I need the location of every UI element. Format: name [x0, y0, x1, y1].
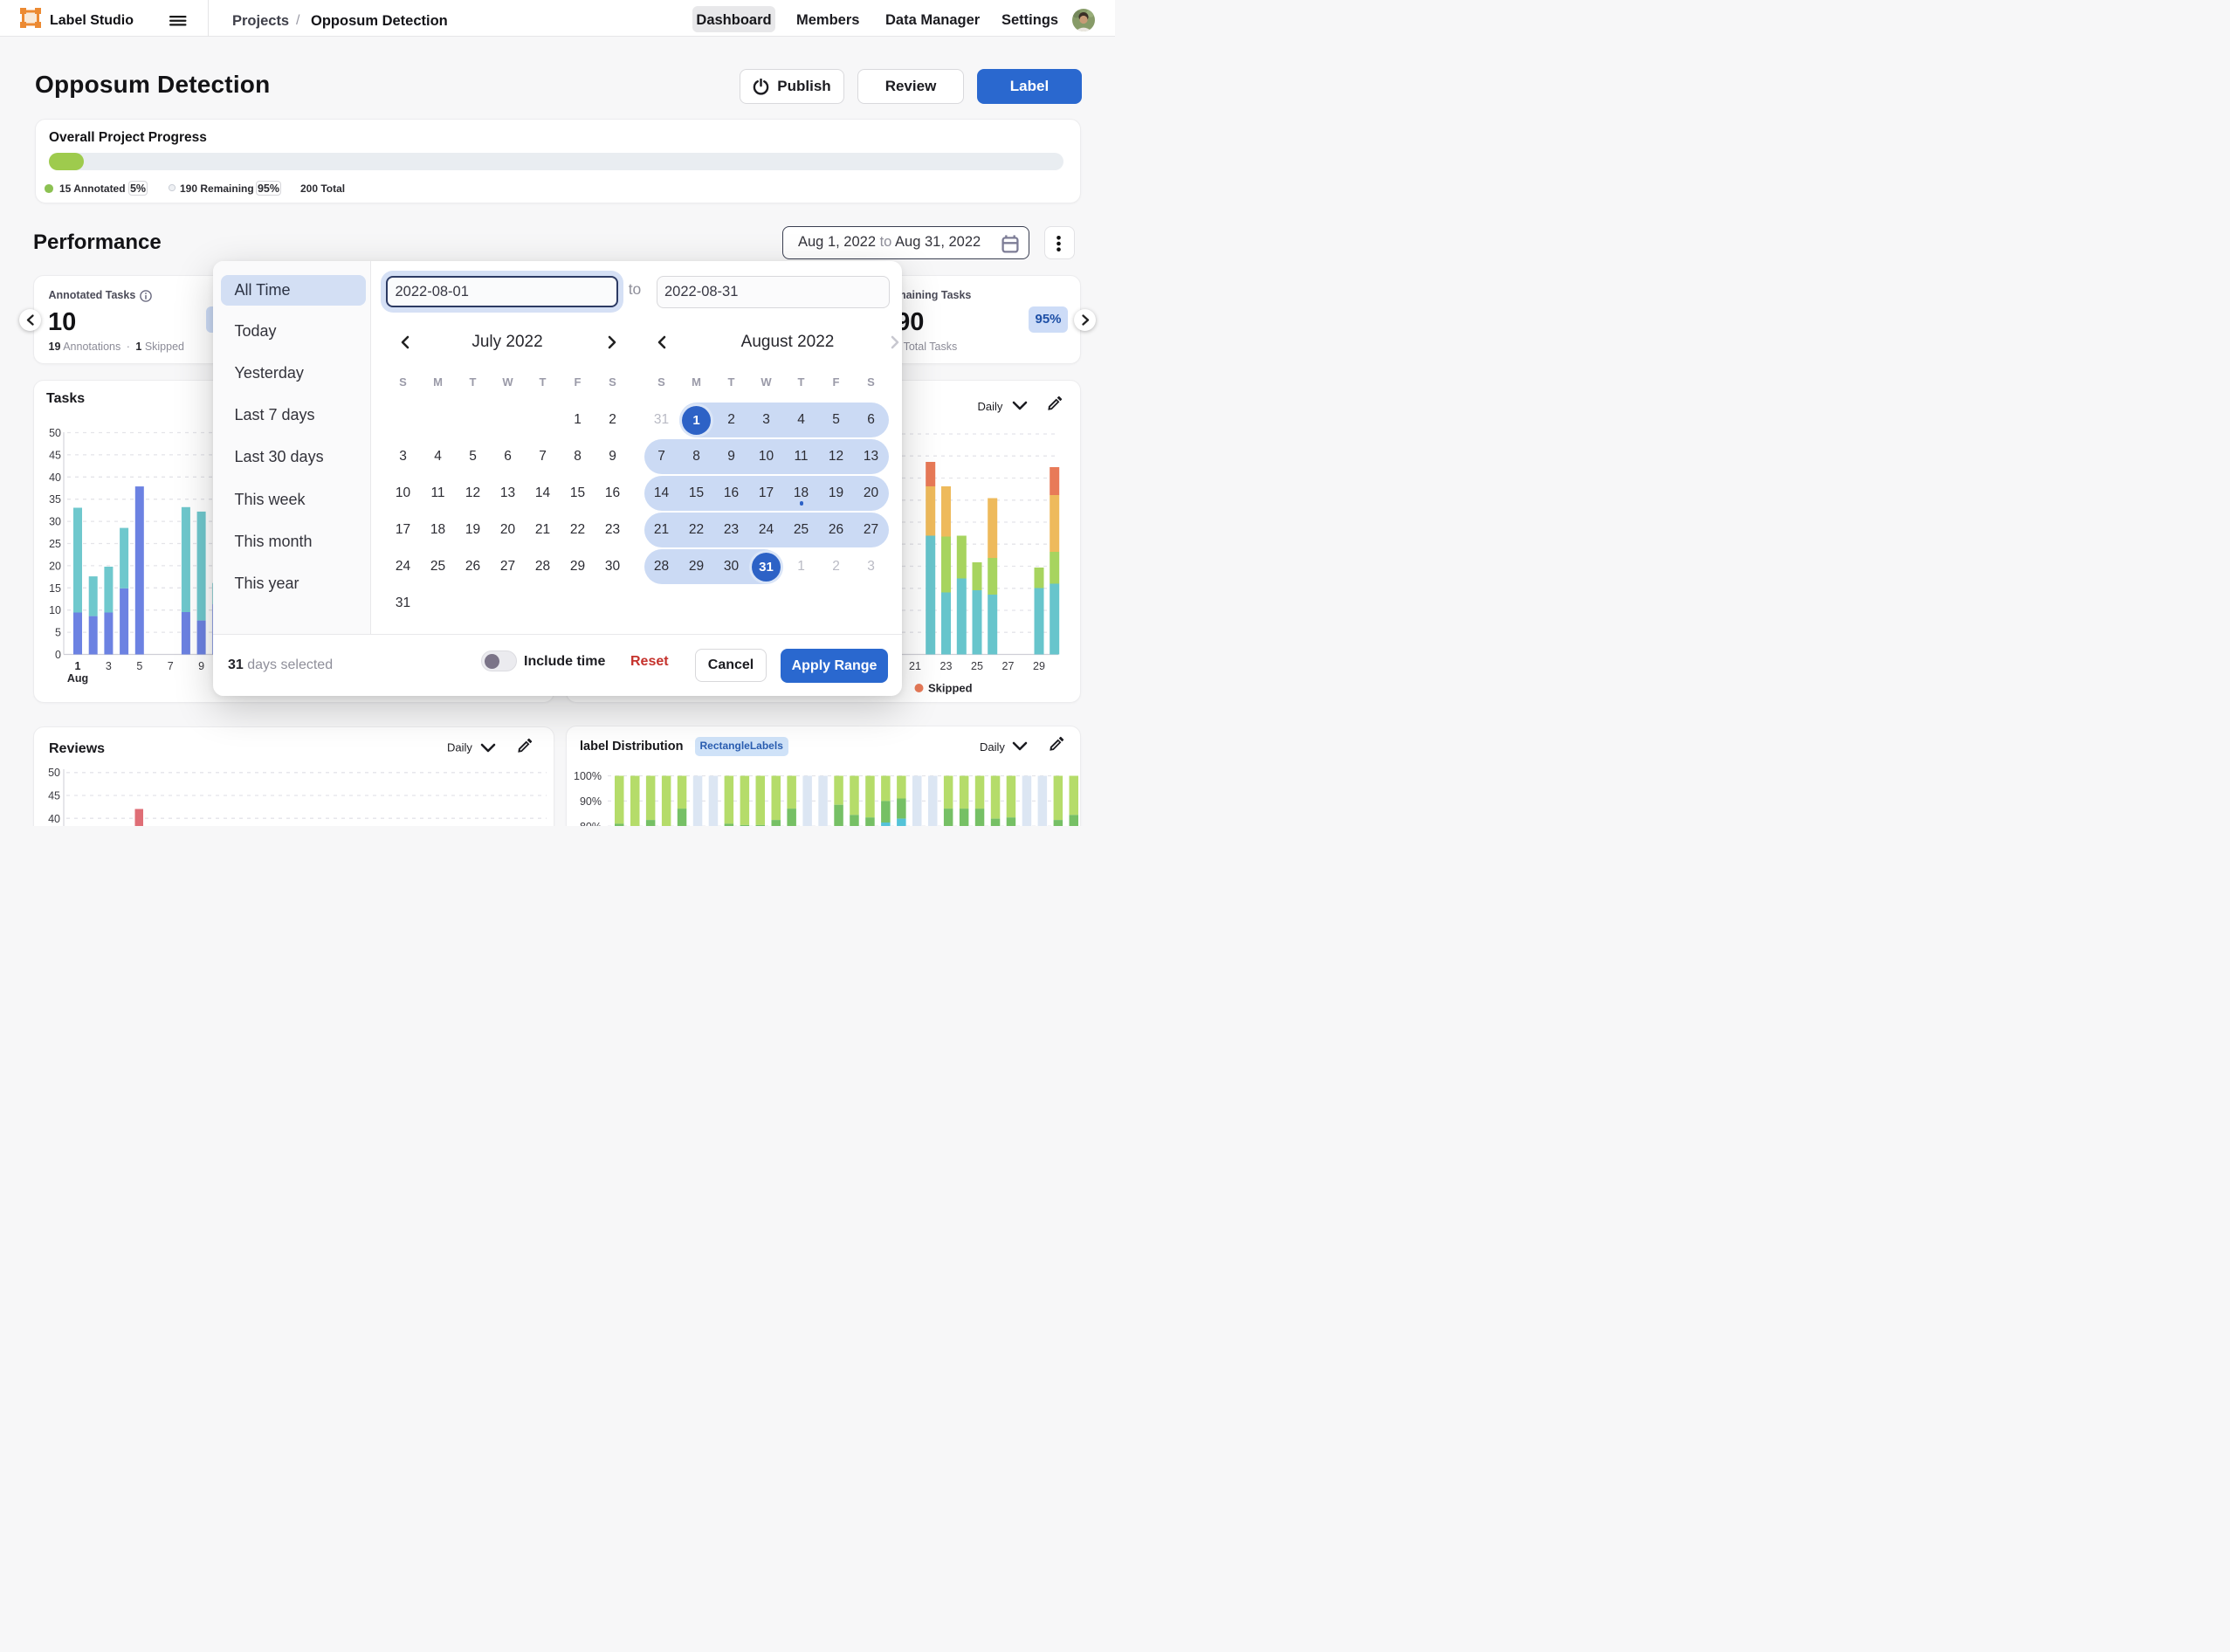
- svg-text:25: 25: [49, 538, 61, 550]
- svg-text:15: 15: [49, 582, 61, 595]
- svg-text:20: 20: [49, 560, 61, 572]
- svg-text:30: 30: [49, 516, 61, 528]
- svg-text:7: 7: [168, 660, 174, 672]
- svg-text:40: 40: [49, 472, 61, 484]
- svg-text:23: 23: [940, 660, 953, 672]
- svg-text:45: 45: [48, 790, 60, 802]
- svg-text:Daily: Daily: [980, 740, 1005, 754]
- svg-text:50: 50: [49, 427, 61, 439]
- svg-text:35: 35: [49, 493, 61, 506]
- svg-text:27: 27: [1002, 660, 1015, 672]
- svg-text:80%: 80%: [580, 821, 602, 826]
- svg-text:21: 21: [909, 660, 921, 672]
- svg-text:25: 25: [971, 660, 983, 672]
- svg-text:90%: 90%: [580, 795, 602, 808]
- svg-text:40: 40: [48, 813, 60, 825]
- svg-text:Skipped: Skipped: [928, 682, 973, 695]
- svg-text:5: 5: [55, 627, 61, 639]
- svg-text:Daily: Daily: [447, 741, 472, 754]
- svg-text:29: 29: [1033, 660, 1045, 672]
- svg-text:9: 9: [198, 660, 204, 672]
- svg-text:1: 1: [75, 660, 81, 672]
- svg-text:45: 45: [49, 449, 61, 461]
- svg-text:Aug: Aug: [67, 672, 88, 685]
- svg-text:5: 5: [136, 660, 142, 672]
- svg-text:10: 10: [49, 604, 61, 616]
- svg-text:3: 3: [106, 660, 112, 672]
- svg-text:Daily: Daily: [978, 400, 1003, 413]
- svg-text:0: 0: [55, 649, 61, 661]
- svg-text:50: 50: [48, 767, 60, 779]
- svg-text:100%: 100%: [574, 770, 602, 782]
